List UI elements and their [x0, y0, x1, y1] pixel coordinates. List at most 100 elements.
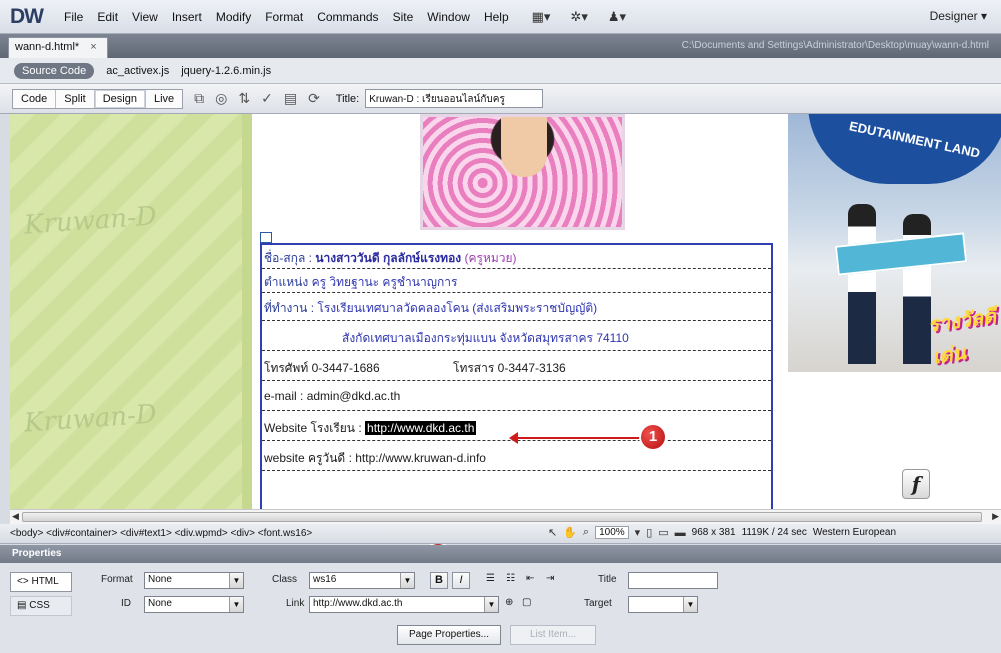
info-row-workplace: ที่ทำงาน : โรงเรียนเทศบาลวัดคลองโคน (ส่ง… [262, 293, 771, 321]
document-tab[interactable]: wann-d.html* × [8, 37, 108, 58]
split-view-button[interactable]: Split [56, 89, 95, 108]
title-attr-input[interactable] [628, 572, 718, 589]
extend-gear-icon[interactable]: ✲▾ [566, 9, 591, 25]
outdent-icon[interactable]: ⇤ [526, 573, 534, 584]
window-size[interactable]: 968 x 381 [692, 527, 736, 538]
layout-icon[interactable]: ▦▾ [528, 9, 555, 25]
award-person-left [848, 204, 876, 364]
italic-button[interactable]: I [452, 572, 470, 589]
source-code-button[interactable]: Source Code [14, 62, 95, 79]
browse-folder-icon[interactable]: ▢ [522, 597, 531, 608]
menu-commands[interactable]: Commands [310, 10, 385, 24]
zoom-select[interactable]: 100% [595, 526, 629, 539]
code-view-button[interactable]: Code [13, 89, 57, 108]
visual-aids-icon[interactable]: ▤ [284, 90, 297, 107]
callout-badge-1: 1 [641, 425, 665, 449]
photo-face [501, 117, 547, 177]
menu-window[interactable]: Window [420, 10, 477, 24]
chevron-down-icon: ▼ [400, 573, 414, 588]
status-tools: ↖ ✋ ⌕ 100% ▾ ▯ ▭ ▬ 968 x 381 1119K / 24 … [548, 526, 896, 539]
selected-link-text[interactable]: http://www.dkd.ac.th [365, 421, 477, 435]
chevron-down-icon: ▾ [980, 9, 987, 23]
target-select[interactable]: ▼ [628, 596, 698, 613]
teacher-photo[interactable] [420, 114, 625, 230]
refresh-design-icon[interactable]: ⟳ [308, 90, 320, 107]
close-icon[interactable]: × [90, 41, 96, 53]
page-properties-button[interactable]: Page Properties... [397, 625, 501, 645]
chevron-down-icon: ▼ [229, 573, 243, 588]
title-attr-label: Title [598, 574, 617, 585]
menu-insert[interactable]: Insert [165, 10, 209, 24]
info-row-name: ชื่อ-สกุล : นางสาววันดี กุลลักษ์แรงทอง (… [262, 245, 771, 269]
document-path: C:\Documents and Settings\Administrator\… [681, 40, 989, 51]
check-browser-icon[interactable]: ✓ [261, 90, 273, 107]
chevron-down-icon[interactable]: ▾ [635, 526, 641, 539]
download-size: 1119K / 24 sec [741, 527, 807, 538]
info-row-teacher-website: website ครูวันดี : http://www.kruwan-d.i… [262, 441, 771, 471]
unordered-list-icon[interactable]: ☰ [486, 573, 495, 584]
scroll-left-icon[interactable]: ◀ [12, 511, 19, 522]
point-to-file-icon[interactable]: ⊕ [505, 597, 513, 608]
live-view-button[interactable]: Live [146, 90, 182, 108]
list-item-button[interactable]: List Item... [510, 625, 596, 645]
related-file-jquery[interactable]: jquery-1.2.6.min.js [181, 65, 271, 77]
preview-browser-icon[interactable]: ◎ [215, 90, 227, 107]
multiscreen-icon[interactable]: ⧉ [194, 90, 204, 107]
menu-site[interactable]: Site [386, 10, 421, 24]
indent-icon[interactable]: ⇥ [546, 573, 554, 584]
flash-icon[interactable]: f [902, 469, 930, 499]
horizontal-scrollbar[interactable]: ◀ ▶ [10, 509, 1001, 524]
class-select[interactable]: ws16 ▼ [309, 572, 415, 589]
award-title: รางวัลดีเด่น [926, 305, 998, 369]
site-icon[interactable]: ♟▾ [604, 9, 630, 25]
target-label: Target [584, 598, 612, 609]
scroll-thumb[interactable] [22, 512, 982, 522]
background-strip [242, 114, 252, 509]
bold-button[interactable]: B [430, 572, 448, 589]
tab-html[interactable]: <> HTML [10, 572, 72, 592]
watermark-logo: Kruwan-D [23, 201, 158, 241]
info-row-position: ตำแหน่ง ครู วิทยฐานะ ครูชำนาญการ [262, 269, 771, 293]
menu-edit[interactable]: Edit [90, 10, 125, 24]
related-file-activex[interactable]: ac_activex.js [106, 65, 169, 77]
menu-format[interactable]: Format [258, 10, 310, 24]
design-view[interactable]: Kruwan-D Kruwan-D ชื่อ-สกุล : นางสาววันด… [10, 114, 1001, 509]
id-select[interactable]: None ▼ [144, 596, 244, 613]
workspace-switcher[interactable]: Designer ▾ [930, 9, 987, 23]
tablet-size-icon[interactable]: ▭ [658, 526, 668, 539]
format-select[interactable]: None ▼ [144, 572, 244, 589]
hand-icon[interactable]: ✋ [563, 526, 577, 539]
document-tab-bar: wann-d.html* × C:\Documents and Settings… [0, 34, 1001, 58]
link-label: Link [286, 598, 305, 609]
mobile-size-icon[interactable]: ▯ [646, 526, 652, 539]
callout-arrow-1 [509, 432, 642, 444]
menu-view[interactable]: View [125, 10, 165, 24]
teacher-info-box[interactable]: ชื่อ-สกุล : นางสาววันดี กุลลักษ์แรงทอง (… [260, 243, 773, 509]
info-row-email: e-mail : admin@dkd.ac.th [262, 381, 771, 411]
properties-panel: Properties <> HTML ▤ CSS Format None ▼ I… [0, 545, 1001, 653]
pointer-icon[interactable]: ↖ [548, 526, 557, 539]
info-row-phone: โทรศัพท์ 0-3447-1686 โทรสาร 0-3447-3136 [262, 351, 771, 381]
document-tab-label: wann-d.html* [15, 41, 80, 53]
link-input[interactable]: http://www.dkd.ac.th ▼ [309, 596, 499, 613]
desktop-size-icon[interactable]: ▬ [675, 527, 686, 539]
div-anchor-icon[interactable] [260, 232, 272, 243]
menu-file[interactable]: File [57, 10, 90, 24]
menu-help[interactable]: Help [477, 10, 516, 24]
chevron-down-icon: ▼ [229, 597, 243, 612]
document-title-input[interactable]: Kruwan-D : เรียนออนไลน์กับครู [365, 89, 544, 108]
ordered-list-icon[interactable]: ☷ [506, 573, 515, 584]
format-label: Format [101, 574, 133, 585]
zoom-icon[interactable]: ⌕ [583, 526, 589, 539]
properties-title[interactable]: Properties [0, 545, 1001, 563]
tab-css[interactable]: ▤ CSS [10, 596, 72, 616]
chevron-down-icon: ▼ [683, 597, 697, 612]
award-photo[interactable]: EDUTAINMENT LAND รางวัลดีเด่น [788, 114, 1001, 372]
view-switcher: Code Split Design Live [12, 88, 184, 109]
design-view-button[interactable]: Design [94, 89, 146, 108]
html-icon: <> [17, 576, 29, 587]
file-management-icon[interactable]: ⇅ [238, 90, 250, 107]
scroll-right-icon[interactable]: ▶ [992, 511, 999, 522]
tag-selector[interactable]: <body> <div#container> <div#text1> <div.… [10, 528, 312, 539]
menu-modify[interactable]: Modify [209, 10, 258, 24]
